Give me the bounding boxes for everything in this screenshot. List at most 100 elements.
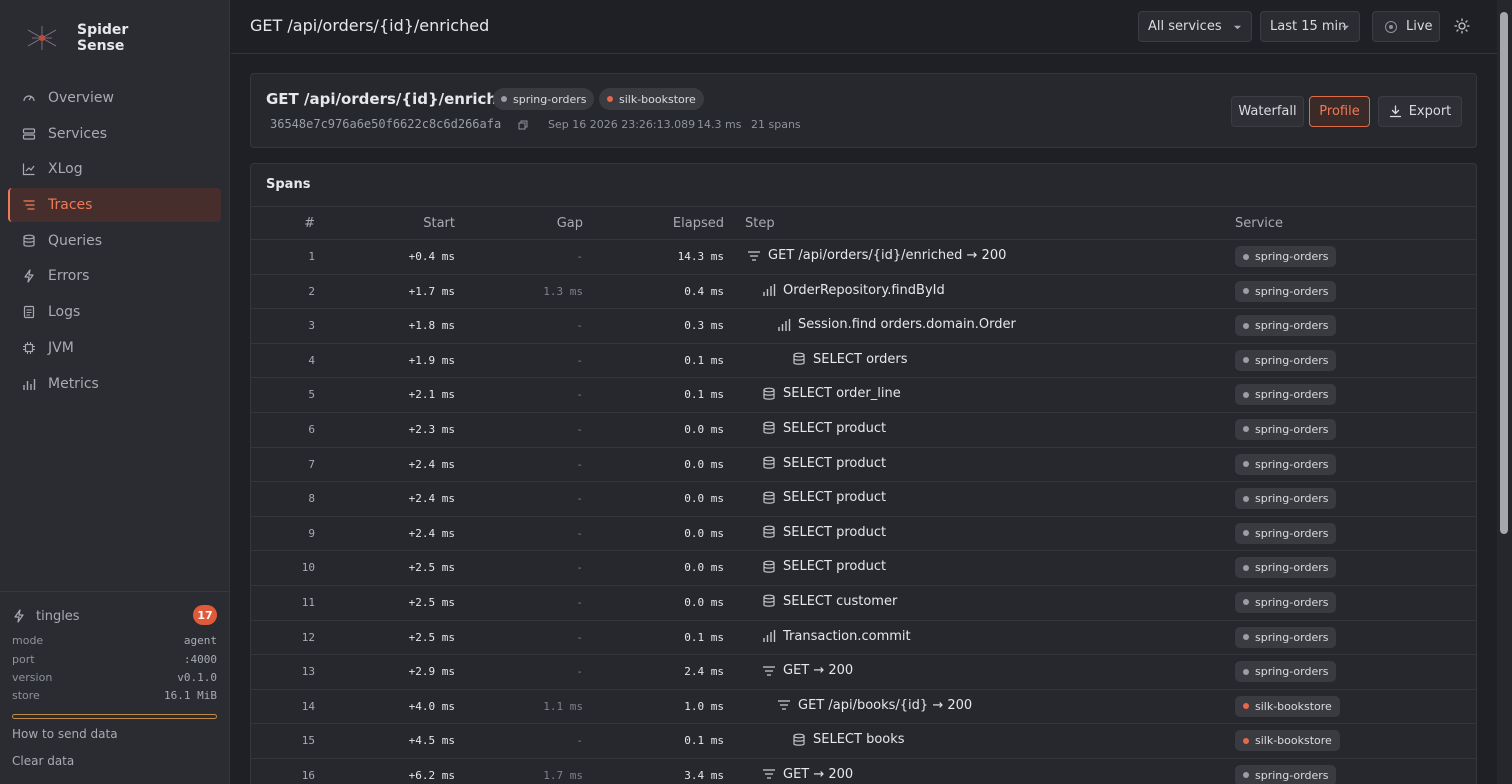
service-pill: spring-orders (1235, 591, 1337, 613)
chevron-down-icon (1341, 25, 1350, 30)
how-to-send-data-link[interactable]: How to send data (12, 727, 118, 741)
service-dot (1243, 772, 1249, 779)
sidebar-item-errors[interactable]: Errors (8, 259, 221, 293)
span-elapsed: 0.0 ms (684, 526, 724, 540)
span-gap: - (576, 353, 583, 367)
span-start: +2.5 ms (408, 630, 455, 644)
span-gap: - (576, 492, 583, 506)
span-service: spring-orders (1235, 349, 1337, 371)
table-row[interactable]: 13 +2.9 ms - 2.4 ms GET → 200 spring-orders (251, 655, 1476, 690)
sidebar-item-label: Services (48, 125, 108, 142)
span-elapsed: 0.0 ms (684, 492, 724, 506)
lightning-icon (14, 609, 24, 623)
brand-name-line1: Spider (77, 22, 129, 38)
database-icon (792, 352, 806, 366)
span-step: SELECT customer (762, 594, 897, 609)
sidebar-item-xlog[interactable]: XLog (8, 152, 221, 186)
table-row[interactable]: 9 +2.4 ms - 0.0 ms SELECT product spring-orde… (251, 517, 1476, 552)
database-icon (762, 387, 776, 401)
sidebar-nav: Overview Services XLog Traces Queries Errors L… (8, 81, 221, 402)
span-step-label: GET /api/books/{id} → 200 (798, 697, 973, 713)
services-select[interactable]: All services (1138, 11, 1252, 42)
table-row[interactable]: 10 +2.5 ms - 0.0 ms SELECT product spring-ord… (251, 551, 1476, 586)
bar-chart-icon (22, 377, 36, 391)
span-number: 12 (301, 630, 315, 644)
brand[interactable]: Spider Sense (22, 20, 147, 56)
trace-summary-card: GET /api/orders/{id}/enriched spring-ord… (250, 73, 1477, 148)
sidebar-item-queries[interactable]: Queries (8, 224, 221, 258)
span-step: SELECT books (792, 732, 905, 747)
scatter-chart-icon (22, 162, 36, 176)
header-step: Step (745, 216, 775, 231)
page-title: GET /api/orders/{id}/enriched (250, 16, 490, 35)
table-row[interactable]: 12 +2.5 ms - 0.1 ms Transaction.commit spring… (251, 621, 1476, 656)
table-row[interactable]: 1 +0.4 ms - 14.3 ms GET /api/orders/{id}/enr… (251, 240, 1476, 275)
sidebar-item-jvm[interactable]: JVM (8, 331, 221, 365)
span-gap: - (576, 319, 583, 333)
span-gap: - (576, 734, 583, 748)
sidebar-item-traces[interactable]: Traces (8, 188, 221, 223)
sidebar-item-overview[interactable]: Overview (8, 81, 221, 115)
span-number: 1 (308, 250, 315, 263)
tingles-row[interactable]: tingles 17 (12, 605, 217, 627)
time-range-select[interactable]: Last 15 min (1260, 11, 1360, 42)
service-pill: spring-orders (1235, 315, 1337, 337)
span-number: 15 (301, 734, 315, 748)
span-step: SELECT product (762, 456, 886, 471)
span-elapsed: 0.0 ms (684, 457, 724, 471)
span-elapsed: 0.3 ms (684, 319, 724, 333)
copy-icon[interactable] (518, 120, 528, 130)
span-elapsed: 0.0 ms (684, 561, 724, 575)
sidebar-item-services[interactable]: Services (8, 117, 221, 151)
service-dot (1243, 737, 1249, 744)
database-icon (762, 594, 776, 608)
clear-data-link[interactable]: Clear data (12, 754, 74, 768)
table-row[interactable]: 2 +1.7 ms 1.3 ms 0.4 ms OrderRepository.find… (251, 275, 1476, 310)
table-row[interactable]: 14 +4.0 ms 1.1 ms 1.0 ms GET /api/books/{id}… (251, 690, 1476, 725)
table-row[interactable]: 8 +2.4 ms - 0.0 ms SELECT product spring-orde… (251, 482, 1476, 517)
waterfall-button[interactable]: Waterfall (1231, 96, 1304, 127)
table-row[interactable]: 5 +2.1 ms - 0.1 ms SELECT order_line spring-o… (251, 378, 1476, 413)
table-row[interactable]: 3 +1.8 ms - 0.3 ms Session.find orders.domai… (251, 309, 1476, 344)
span-step: SELECT product (762, 421, 886, 436)
span-service: spring-orders (1235, 764, 1337, 784)
sidebar-item-label: Overview (48, 90, 114, 106)
sidebar-item-label: Metrics (48, 375, 99, 392)
service-dot (1243, 461, 1249, 468)
table-row[interactable]: 11 +2.5 ms - 0.0 ms SELECT customer spring-or… (251, 586, 1476, 621)
span-number: 7 (308, 457, 315, 471)
span-step-label: Session.find orders.domain.Order (798, 317, 1016, 333)
table-row[interactable]: 16 +6.2 ms 1.7 ms 3.4 ms GET → 200 spring-ord… (251, 759, 1476, 784)
live-toggle[interactable]: Live (1372, 11, 1440, 42)
header-start: Start (423, 216, 455, 231)
span-start: +2.4 ms (408, 492, 455, 506)
sidebar-item-metrics[interactable]: Metrics (8, 367, 221, 401)
theme-toggle-sun-icon[interactable] (1454, 18, 1470, 34)
service-pill: spring-orders (1235, 349, 1337, 371)
span-gap: - (576, 526, 583, 540)
table-row[interactable]: 7 +2.4 ms - 0.0 ms SELECT product spring-orde… (251, 448, 1476, 483)
sidebar-item-logs[interactable]: Logs (8, 295, 221, 329)
database-icon (762, 525, 776, 539)
export-button[interactable]: Export (1378, 96, 1462, 127)
spans-table-header: # Start Gap Elapsed Step Service (251, 206, 1476, 240)
table-row[interactable]: 15 +4.5 ms - 0.1 ms SELECT books silk-booksto… (251, 724, 1476, 759)
page-scrollbar[interactable] (1497, 0, 1512, 784)
gauge-icon (22, 91, 36, 105)
table-row[interactable]: 6 +2.3 ms - 0.0 ms SELECT product spring-orde… (251, 413, 1476, 448)
service-name: spring-orders (1255, 595, 1329, 609)
span-start: +2.5 ms (408, 595, 455, 609)
span-service: silk-bookstore (1235, 730, 1340, 752)
table-row[interactable]: 4 +1.9 ms - 0.1 ms SELECT orders spring-order… (251, 344, 1476, 379)
service-pill: spring-orders (1235, 488, 1337, 510)
span-service: spring-orders (1235, 315, 1337, 337)
service-pill: spring-orders (1235, 661, 1337, 683)
service-name: spring-orders (1255, 284, 1329, 298)
meta-value: v0.1.0 (177, 671, 217, 684)
service-pill: spring-orders (1235, 626, 1337, 648)
scrollbar-thumb[interactable] (1500, 12, 1508, 534)
span-start: +2.1 ms (408, 388, 455, 402)
profile-button[interactable]: Profile (1309, 96, 1370, 127)
lightning-icon (22, 269, 36, 284)
span-elapsed: 0.1 ms (684, 630, 724, 644)
